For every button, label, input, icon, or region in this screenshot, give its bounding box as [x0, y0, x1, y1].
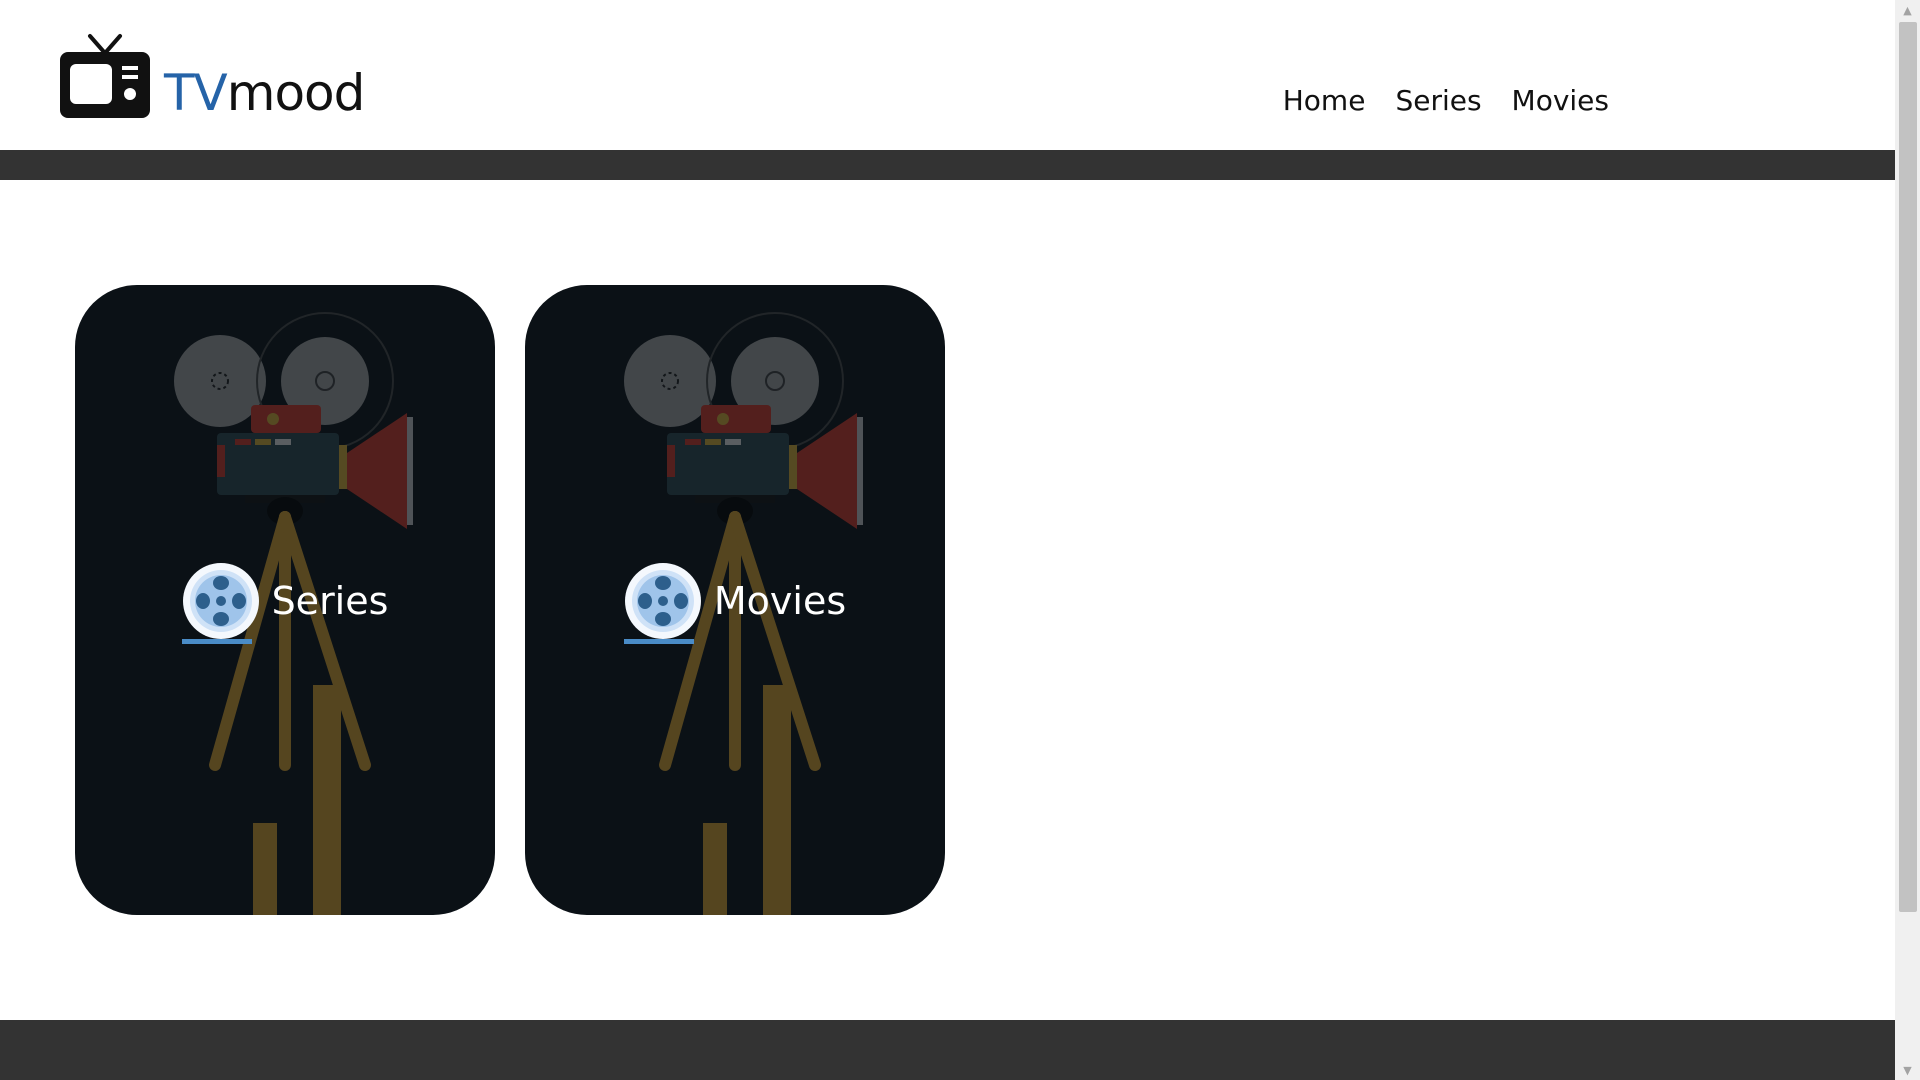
vertical-scrollbar[interactable]: ▲ ▼ — [1895, 0, 1920, 1080]
category-cards: Series Movies — [75, 285, 945, 915]
film-reel-icon — [182, 563, 259, 639]
scrollbar-thumb[interactable] — [1899, 22, 1917, 912]
tv-icon — [60, 34, 150, 118]
logo-text-mood: mood — [226, 64, 366, 122]
series-card[interactable]: Series — [75, 285, 495, 915]
site-header: TVmood Home Series Movies — [0, 0, 1895, 150]
main-nav: Home Series Movies — [1283, 84, 1609, 117]
series-card-title: Series — [271, 579, 389, 623]
movies-card-title: Movies — [713, 579, 847, 623]
nav-series[interactable]: Series — [1395, 84, 1481, 117]
movies-card-label: Movies — [525, 562, 945, 644]
logo-text-tv: TV — [164, 64, 228, 122]
header-divider-band — [0, 150, 1895, 180]
series-label-underline — [181, 639, 252, 644]
series-label-wrap: Series — [181, 562, 389, 644]
film-reel-icon — [624, 563, 701, 639]
movies-card[interactable]: Movies — [525, 285, 945, 915]
scroll-up-arrow-icon[interactable]: ▲ — [1895, 0, 1920, 20]
site-logo[interactable]: TVmood — [58, 32, 365, 120]
nav-movies[interactable]: Movies — [1512, 84, 1609, 117]
logo-text: TVmood — [164, 68, 365, 120]
series-card-label: Series — [75, 562, 495, 644]
scroll-down-arrow-icon[interactable]: ▼ — [1895, 1060, 1920, 1080]
movies-label-underline — [623, 639, 694, 644]
movies-label-wrap: Movies — [623, 562, 847, 644]
page: TVmood Home Series Movies Series Movies — [0, 0, 1895, 1080]
site-footer — [0, 1020, 1895, 1080]
nav-home[interactable]: Home — [1283, 84, 1366, 117]
